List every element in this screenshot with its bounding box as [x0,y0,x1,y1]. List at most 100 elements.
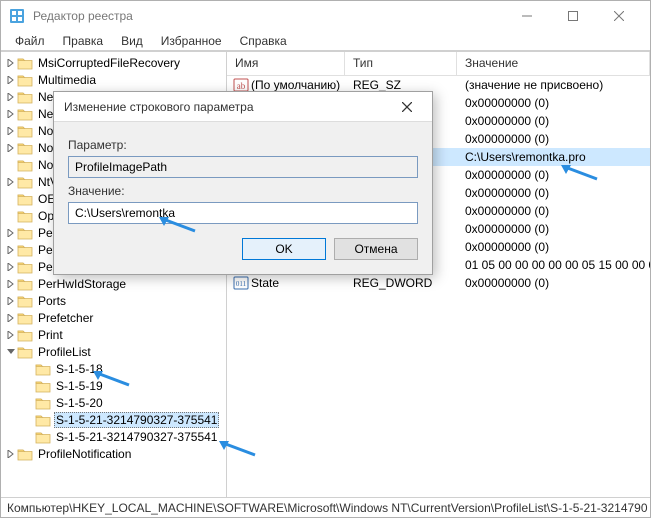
dialog-close-button[interactable] [392,92,422,122]
menu-edit[interactable]: Правка [55,32,112,50]
expand-icon[interactable] [5,93,17,101]
tree-item-label: S-1-5-21-3214790327-375541 [54,412,219,428]
folder-icon [17,107,33,121]
col-type[interactable]: Тип [345,52,457,75]
expand-icon[interactable] [5,263,17,271]
folder-icon [17,277,33,291]
row-value: (значение не присвоено) [457,78,650,92]
list-row[interactable]: 011StateREG_DWORD0x00000000 (0) [227,274,650,292]
cancel-button[interactable]: Отмена [334,238,418,260]
menubar: Файл Правка Вид Избранное Справка [1,31,650,51]
row-value: 0x00000000 (0) [457,240,650,254]
folder-icon [17,90,33,104]
tree-item[interactable]: ProfileNotification [1,445,226,462]
folder-icon [35,362,51,376]
expand-icon[interactable] [5,229,17,237]
folder-icon [17,294,33,308]
tree-item[interactable]: Ports [1,292,226,309]
tree-item-label: S-1-5-21-3214790327-375541 [54,430,219,444]
tree-item-label: S-1-5-18 [54,362,105,376]
tree-item-label: Multimedia [36,73,98,87]
row-value: 0x00000000 (0) [457,204,650,218]
row-value: 0x00000000 (0) [457,96,650,110]
expand-icon[interactable] [5,246,17,254]
row-value: 01 05 00 00 00 00 00 05 15 00 00 00 [457,258,650,272]
tree-item-label: ProfileNotification [36,447,133,461]
expand-icon[interactable] [5,144,17,152]
ok-button[interactable]: OK [242,238,326,260]
tree-item[interactable]: ProfileList [1,343,226,360]
value-field[interactable] [68,202,418,224]
statusbar: Компьютер\HKEY_LOCAL_MACHINE\SOFTWARE\Mi… [1,497,650,517]
folder-icon [17,260,33,274]
folder-icon [17,192,33,206]
tree-item[interactable]: S-1-5-21-3214790327-375541 [1,428,226,445]
maximize-button[interactable] [550,1,596,31]
svg-text:ab: ab [237,81,246,91]
tree-item[interactable]: S-1-5-20 [1,394,226,411]
folder-icon [17,175,33,189]
menu-file[interactable]: Файл [7,32,53,50]
row-name: State [251,276,279,290]
col-value[interactable]: Значение [457,52,650,75]
col-name[interactable]: Имя [227,52,345,75]
row-type: REG_SZ [345,78,457,92]
expand-icon[interactable] [5,297,17,305]
tree-item[interactable]: MsiCorruptedFileRecovery [1,54,226,71]
titlebar: Редактор реестра [1,1,650,31]
tree-item[interactable]: PerHwIdStorage [1,275,226,292]
svg-text:011: 011 [236,280,247,288]
app-icon [9,8,25,24]
value-label: Значение: [68,184,418,198]
expand-icon[interactable] [5,110,17,118]
folder-icon [17,56,33,70]
tree-item[interactable]: S-1-5-18 [1,360,226,377]
tree-item-label: S-1-5-20 [54,396,105,410]
row-value: 0x00000000 (0) [457,186,650,200]
folder-icon [17,226,33,240]
expand-icon[interactable] [5,331,17,339]
row-value: 0x00000000 (0) [457,132,650,146]
menu-help[interactable]: Справка [232,32,295,50]
param-label: Параметр: [68,138,418,152]
menu-view[interactable]: Вид [113,32,151,50]
expand-icon[interactable] [5,280,17,288]
close-button[interactable] [596,1,642,31]
menu-favorites[interactable]: Избранное [153,32,230,50]
folder-icon [35,413,51,427]
tree-item-label: Prefetcher [36,311,95,325]
folder-icon [17,124,33,138]
folder-icon [17,345,33,359]
folder-icon [35,396,51,410]
folder-icon [17,328,33,342]
minimize-button[interactable] [504,1,550,31]
expand-icon[interactable] [5,178,17,186]
tree-item[interactable]: Print [1,326,226,343]
collapse-icon[interactable] [5,348,17,356]
expand-icon[interactable] [5,450,17,458]
tree-item-label: S-1-5-19 [54,379,105,393]
tree-item[interactable]: S-1-5-21-3214790327-375541 [1,411,226,428]
folder-icon [35,430,51,444]
edit-string-dialog: Изменение строкового параметра Параметр:… [53,91,433,275]
folder-icon [17,447,33,461]
row-name: (По умолчанию) [251,78,340,92]
row-value: C:\Users\remontka.pro [457,150,650,164]
folder-icon [17,141,33,155]
tree-item-label: ProfileList [36,345,93,359]
expand-icon[interactable] [5,59,17,67]
dialog-title: Изменение строкового параметра [64,100,392,114]
tree-item[interactable]: S-1-5-19 [1,377,226,394]
folder-icon [17,311,33,325]
tree-item[interactable]: Multimedia [1,71,226,88]
tree-item[interactable]: Prefetcher [1,309,226,326]
row-value: 0x00000000 (0) [457,114,650,128]
folder-icon [17,158,33,172]
expand-icon[interactable] [5,127,17,135]
folder-icon [17,243,33,257]
expand-icon[interactable] [5,76,17,84]
list-header: Имя Тип Значение [227,52,650,76]
expand-icon[interactable] [5,314,17,322]
row-type: REG_DWORD [345,276,457,290]
folder-icon [35,379,51,393]
